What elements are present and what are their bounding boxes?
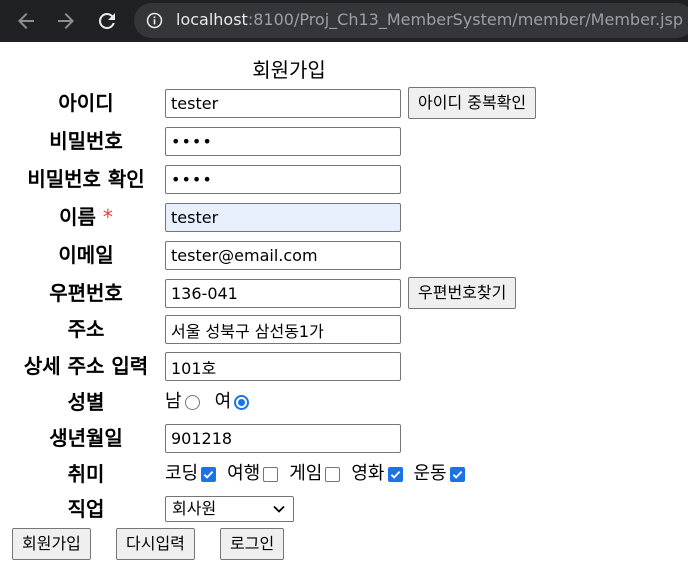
row-password-confirm: 비밀번호 확인 •••• [0, 164, 688, 194]
login-button[interactable]: 로그인 [220, 528, 285, 560]
hobby-label: 취미 [67, 462, 105, 486]
row-job: 직업 회사원 [0, 494, 688, 524]
row-hobby: 취미 코딩 여행 게임 영화 운동 [0, 459, 688, 489]
gender-male-radio[interactable] [184, 394, 200, 410]
name-input[interactable] [165, 203, 401, 232]
address-bar[interactable]: localhost:8100/Proj_Ch13_MemberSystem/me… [134, 3, 688, 38]
row-zipcode: 우편번호 우편번호찾기 [0, 277, 688, 309]
signup-submit-button[interactable]: 회원가입 [12, 528, 91, 560]
address-label: 주소 [67, 317, 105, 341]
zipcode-label: 우편번호 [49, 281, 123, 305]
browser-toolbar: localhost:8100/Proj_Ch13_MemberSystem/me… [0, 0, 688, 42]
address-input[interactable] [165, 315, 401, 344]
job-selected-value: 회사원 [172, 499, 217, 518]
birthday-label: 생년월일 [49, 426, 123, 450]
row-gender: 성별 남 여 [0, 387, 688, 417]
password-label: 비밀번호 [49, 129, 123, 153]
hobby-travel-checkbox[interactable] [263, 466, 279, 482]
gender-label: 성별 [67, 390, 105, 414]
email-input[interactable] [165, 241, 401, 270]
row-name: 이름 * [0, 202, 688, 232]
row-id: 아이디 아이디 중복확인 [0, 87, 688, 119]
password-input[interactable]: •••• [165, 127, 401, 156]
hobby-coding-label: 코딩 [165, 463, 199, 484]
forward-arrow-icon[interactable] [54, 9, 78, 33]
gender-male-label: 남 [165, 391, 182, 412]
hobby-options: 코딩 여행 게임 영화 운동 [165, 459, 476, 489]
hobby-exercise-checkbox[interactable] [449, 466, 465, 482]
id-label: 아이디 [58, 91, 114, 115]
name-label-text: 이름 [59, 205, 96, 229]
gender-female-label: 여 [214, 391, 232, 412]
job-label: 직업 [67, 497, 105, 521]
required-mark: * [102, 205, 113, 229]
reload-icon[interactable] [95, 9, 119, 33]
url-host: localhost [176, 10, 248, 29]
url-path: :8100/Proj_Ch13_MemberSystem/member/Memb… [247, 10, 684, 29]
row-password: 비밀번호 •••• [0, 126, 688, 156]
hobby-game-checkbox[interactable] [325, 466, 341, 482]
row-address-detail: 상세 주소 입력 [0, 351, 688, 381]
id-input[interactable] [165, 89, 401, 118]
zipcode-search-button[interactable]: 우편번호찾기 [408, 277, 517, 309]
password-confirm-input[interactable]: •••• [165, 165, 401, 194]
job-select[interactable]: 회사원 [165, 496, 294, 522]
zipcode-input[interactable] [165, 279, 401, 308]
hobby-movie-checkbox[interactable] [387, 466, 403, 482]
address-detail-label: 상세 주소 입력 [23, 354, 149, 378]
name-label: 이름 * [10, 202, 162, 232]
hobby-exercise-label: 운동 [413, 463, 447, 484]
row-email: 이메일 [0, 240, 688, 270]
password-confirm-label: 비밀번호 확인 [27, 167, 145, 191]
gender-female-radio[interactable] [234, 394, 250, 410]
address-detail-input[interactable] [165, 352, 401, 381]
info-icon[interactable] [146, 12, 163, 29]
row-address: 주소 [0, 314, 688, 344]
chevron-down-icon [273, 504, 285, 514]
page-title: 회원가입 [252, 58, 326, 82]
email-label: 이메일 [58, 243, 114, 267]
hobby-game-label: 게임 [289, 463, 323, 484]
id-duplicate-check-button[interactable]: 아이디 중복확인 [408, 87, 537, 119]
reset-button[interactable]: 다시입력 [116, 528, 195, 560]
url-text: localhost:8100/Proj_Ch13_MemberSystem/me… [176, 10, 683, 30]
row-birthday: 생년월일 [0, 423, 688, 453]
birthday-input[interactable] [165, 424, 401, 453]
back-arrow-icon[interactable] [14, 9, 38, 33]
hobby-travel-label: 여행 [227, 463, 261, 484]
hobby-movie-label: 영화 [351, 463, 385, 484]
hobby-coding-checkbox[interactable] [201, 466, 217, 482]
gender-options: 남 여 [165, 387, 264, 417]
